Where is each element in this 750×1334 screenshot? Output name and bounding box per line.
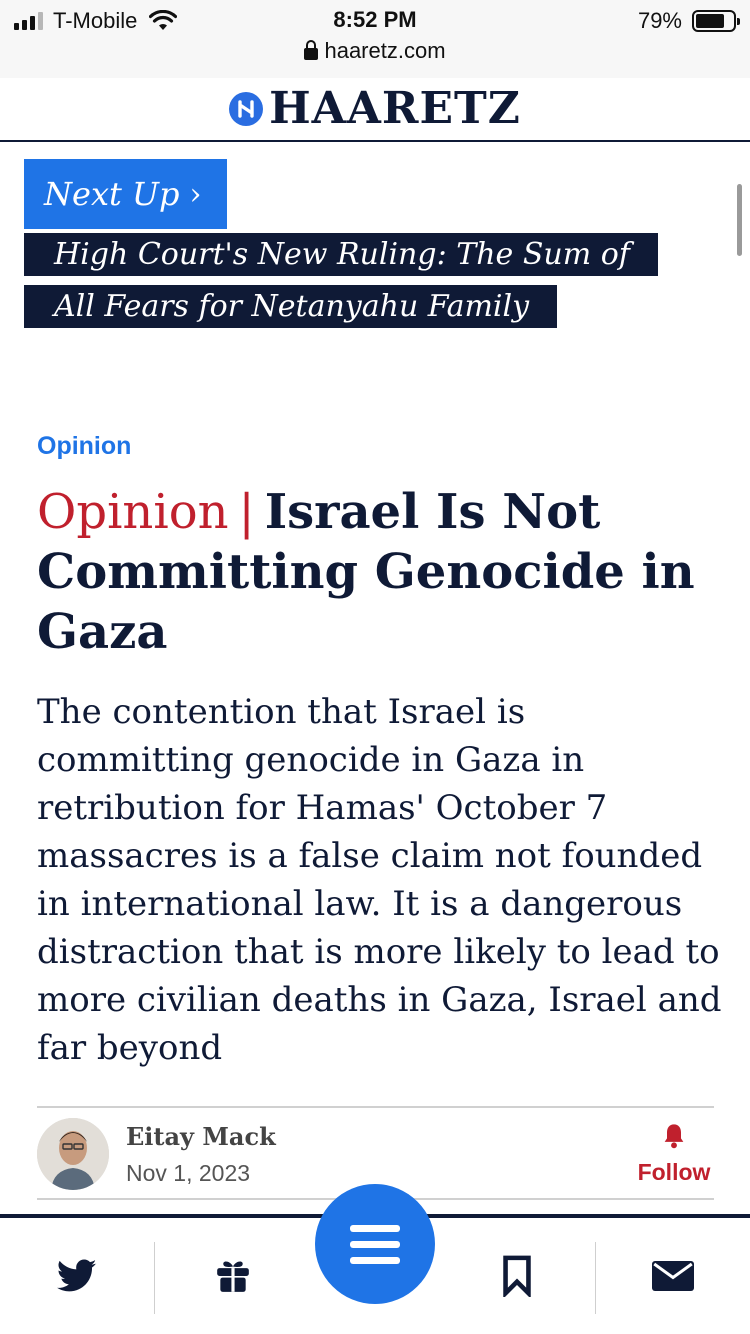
battery-percent: 79%	[637, 8, 682, 33]
address-bar[interactable]: haaretz.com	[0, 38, 750, 64]
menu-icon-line	[350, 1256, 400, 1264]
author-photo	[37, 1118, 109, 1190]
menu-icon-line	[350, 1240, 400, 1248]
bookmark-icon	[503, 1255, 531, 1297]
battery-icon	[692, 10, 740, 32]
haaretz-logo-icon[interactable]	[229, 92, 264, 126]
article-subheadline: The contention that Israel is committing…	[37, 692, 722, 1068]
gift-icon	[216, 1261, 249, 1292]
site-logo[interactable]: HAARETZ	[269, 87, 521, 131]
next-up-button[interactable]: Next Up ›	[24, 159, 227, 229]
section-link[interactable]: Opinion	[37, 432, 131, 461]
next-up-title: High Court's New Ruling: The Sum of All …	[24, 233, 658, 328]
author-avatar[interactable]	[37, 1118, 109, 1190]
bookmark-button[interactable]	[440, 1218, 594, 1334]
publish-date: Nov 1, 2023	[126, 1160, 251, 1186]
menu-icon-line	[350, 1224, 400, 1232]
headline-separator: |	[238, 484, 255, 540]
status-bar: T-Mobile 8:52 PM 79% haaretz.com	[0, 0, 750, 78]
chevron-right-icon: ›	[189, 176, 202, 212]
mail-icon	[652, 1261, 694, 1291]
follow-label: Follow	[637, 1159, 711, 1185]
logo-glyph	[238, 100, 254, 118]
status-right: 79%	[637, 8, 740, 34]
next-up-label: Next Up	[44, 175, 180, 213]
url-text: haaretz.com	[324, 38, 446, 63]
battery-fill	[696, 14, 725, 28]
scrollbar[interactable]	[737, 184, 742, 256]
twitter-share-button[interactable]	[0, 1218, 154, 1334]
menu-button[interactable]	[315, 1184, 435, 1304]
follow-button[interactable]: Follow	[634, 1122, 714, 1186]
next-up-article-link[interactable]: High Court's New Ruling: The Sum of All …	[24, 229, 674, 333]
headline-kicker: Opinion	[37, 484, 229, 540]
newsletter-button[interactable]	[596, 1218, 750, 1334]
twitter-icon	[57, 1259, 97, 1292]
lock-icon	[304, 40, 319, 60]
author-name[interactable]: Eitay Mack	[126, 1122, 276, 1151]
gift-button[interactable]	[155, 1218, 310, 1334]
bell-icon	[664, 1124, 684, 1149]
masthead: HAARETZ	[0, 78, 750, 142]
article-headline: Opinion | Israel Is Not Committing Genocid…	[37, 482, 727, 662]
